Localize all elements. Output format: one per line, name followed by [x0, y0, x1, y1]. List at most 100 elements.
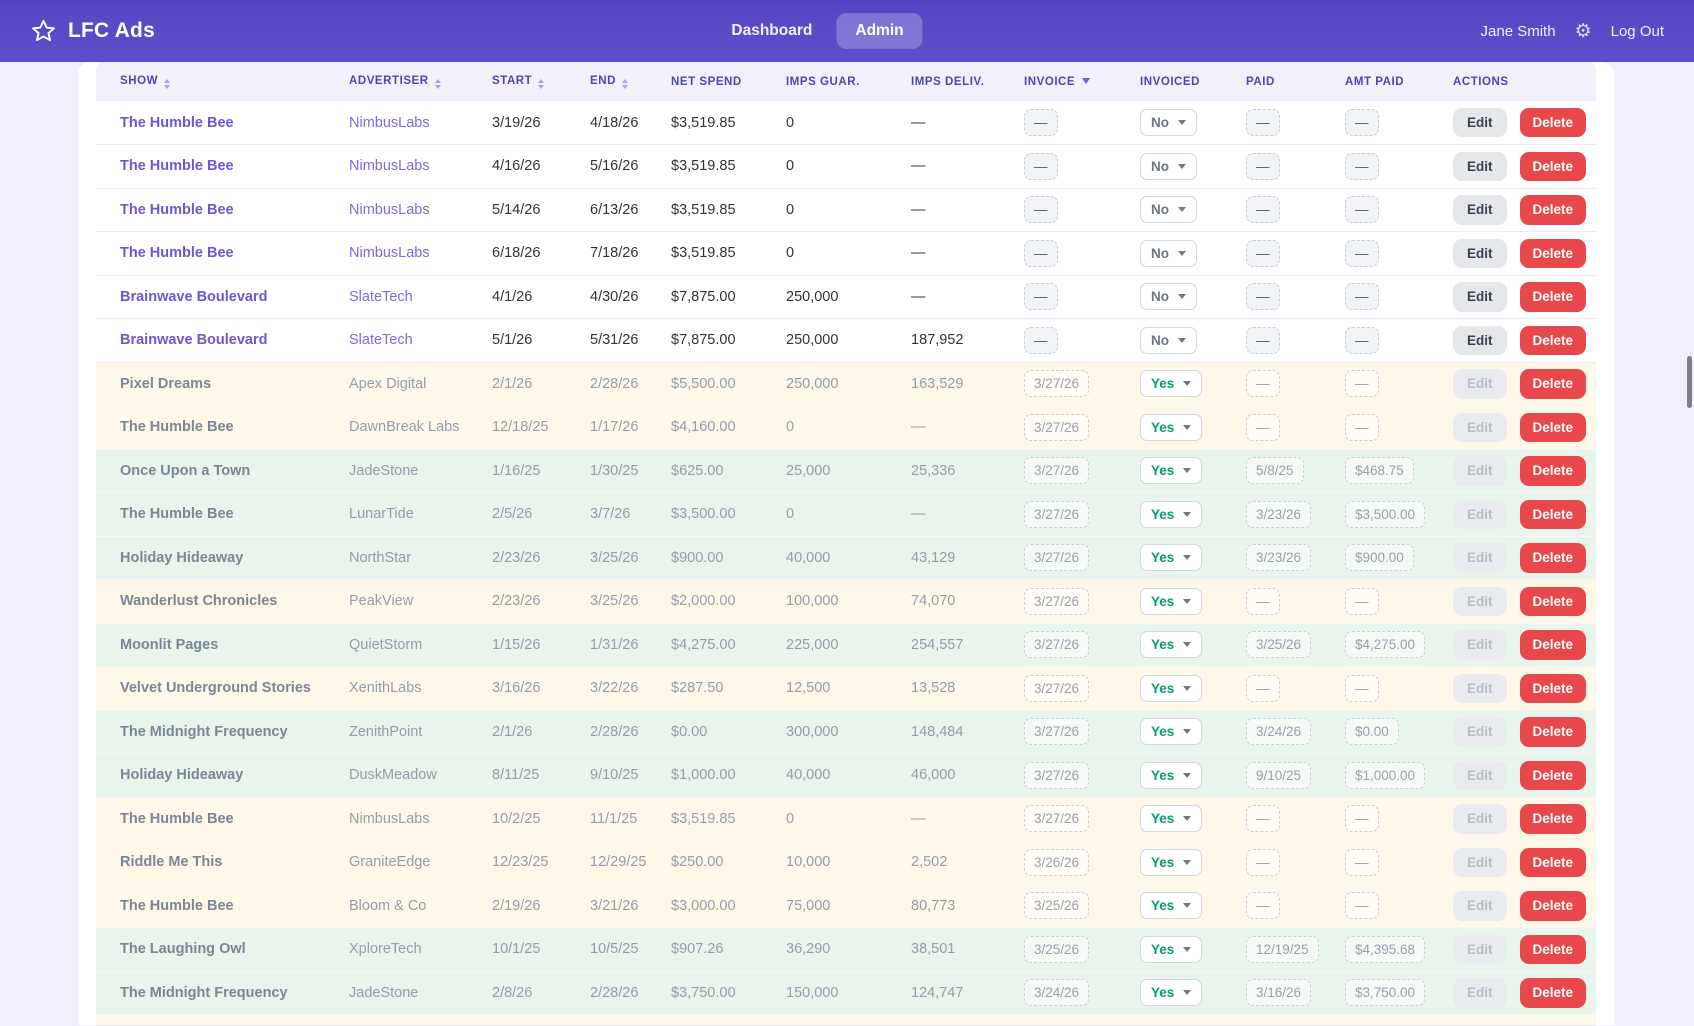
paid-date-field[interactable]: 12/19/25: [1246, 936, 1319, 963]
paid-date-field[interactable]: 5/8/25: [1246, 457, 1304, 484]
invoice-date-field[interactable]: 3/27/26: [1024, 457, 1089, 484]
paid-date-field[interactable]: —: [1246, 196, 1280, 223]
amt-paid-field[interactable]: —: [1345, 370, 1379, 397]
invoiced-select[interactable]: Yes: [1140, 936, 1202, 963]
paid-date-field[interactable]: 9/10/25: [1246, 762, 1311, 789]
show-name[interactable]: Brainwave Boulevard: [120, 332, 267, 348]
amt-paid-field[interactable]: —: [1345, 109, 1379, 136]
paid-date-field[interactable]: 3/25/26: [1246, 631, 1311, 658]
show-name[interactable]: Holiday Hideaway: [120, 767, 243, 783]
amt-paid-field[interactable]: —: [1345, 196, 1379, 223]
show-name[interactable]: The Laughing Owl: [120, 941, 246, 957]
edit-button[interactable]: Edit: [1453, 282, 1507, 312]
invoice-date-field[interactable]: 3/27/26: [1024, 588, 1089, 615]
invoiced-select[interactable]: Yes: [1140, 631, 1202, 658]
show-name[interactable]: The Humble Bee: [120, 115, 234, 131]
invoice-date-field[interactable]: 3/27/26: [1024, 718, 1089, 745]
advertiser-link[interactable]: XenithLabs: [349, 680, 422, 696]
edit-button[interactable]: Edit: [1453, 239, 1507, 269]
invoiced-select[interactable]: Yes: [1140, 849, 1202, 876]
edit-button[interactable]: Edit: [1453, 500, 1507, 530]
invoiced-select[interactable]: Yes: [1140, 675, 1202, 702]
paid-date-field[interactable]: —: [1246, 675, 1280, 702]
delete-button[interactable]: Delete: [1520, 326, 1587, 356]
invoiced-select[interactable]: Yes: [1140, 892, 1202, 919]
invoice-date-field[interactable]: 3/27/26: [1024, 414, 1089, 441]
nav-item-admin[interactable]: Admin: [836, 13, 922, 49]
invoiced-select[interactable]: Yes: [1140, 979, 1202, 1006]
edit-button[interactable]: Edit: [1453, 891, 1507, 921]
delete-button[interactable]: Delete: [1520, 717, 1587, 747]
amt-paid-field[interactable]: $1,000.00: [1345, 762, 1425, 789]
advertiser-link[interactable]: Apex Digital: [349, 376, 426, 392]
edit-button[interactable]: Edit: [1453, 456, 1507, 486]
advertiser-link[interactable]: PeakView: [349, 593, 413, 609]
invoice-date-field[interactable]: 3/27/26: [1024, 501, 1089, 528]
invoice-date-field[interactable]: —: [1024, 153, 1058, 180]
show-name[interactable]: The Humble Bee: [120, 158, 234, 174]
advertiser-link[interactable]: QuietStorm: [349, 637, 422, 653]
amt-paid-field[interactable]: —: [1345, 849, 1379, 876]
paid-date-field[interactable]: —: [1246, 892, 1280, 919]
column-header-start[interactable]: Start: [492, 62, 590, 101]
delete-button[interactable]: Delete: [1520, 848, 1587, 878]
invoiced-select[interactable]: No: [1140, 327, 1197, 354]
paid-date-field[interactable]: 3/23/26: [1246, 544, 1311, 571]
column-header-show[interactable]: Show: [96, 62, 349, 101]
amt-paid-field[interactable]: —: [1345, 283, 1379, 310]
invoiced-select[interactable]: No: [1140, 240, 1197, 267]
paid-date-field[interactable]: —: [1246, 370, 1280, 397]
show-name[interactable]: The Humble Bee: [120, 419, 234, 435]
amt-paid-field[interactable]: —: [1345, 327, 1379, 354]
edit-button[interactable]: Edit: [1453, 717, 1507, 747]
invoice-date-field[interactable]: 3/27/26: [1024, 675, 1089, 702]
edit-button[interactable]: Edit: [1453, 543, 1507, 573]
gear-icon[interactable]: ⚙: [1575, 22, 1592, 41]
show-name[interactable]: The Humble Bee: [120, 245, 234, 261]
amt-paid-field[interactable]: —: [1345, 675, 1379, 702]
show-name[interactable]: The Humble Bee: [120, 202, 234, 218]
edit-button[interactable]: Edit: [1453, 804, 1507, 834]
invoiced-select[interactable]: No: [1140, 283, 1197, 310]
amt-paid-field[interactable]: $468.75: [1345, 457, 1414, 484]
edit-button[interactable]: Edit: [1453, 326, 1507, 356]
column-header-end[interactable]: End: [590, 62, 671, 101]
nav-item-dashboard[interactable]: Dashboard: [721, 14, 822, 48]
edit-button[interactable]: Edit: [1453, 761, 1507, 791]
advertiser-link[interactable]: XploreTech: [349, 941, 422, 957]
amt-paid-field[interactable]: —: [1345, 892, 1379, 919]
logout-button[interactable]: Log Out: [1611, 23, 1664, 40]
show-name[interactable]: Holiday Hideaway: [120, 550, 243, 566]
advertiser-link[interactable]: DawnBreak Labs: [349, 419, 459, 435]
invoice-date-field[interactable]: 3/24/26: [1024, 979, 1089, 1006]
advertiser-link[interactable]: ZenithPoint: [349, 724, 422, 740]
invoiced-select[interactable]: Yes: [1140, 718, 1202, 745]
edit-button[interactable]: Edit: [1453, 630, 1507, 660]
edit-button[interactable]: Edit: [1453, 152, 1507, 182]
paid-date-field[interactable]: 3/23/26: [1246, 501, 1311, 528]
advertiser-link[interactable]: NorthStar: [349, 550, 411, 566]
edit-button[interactable]: Edit: [1453, 674, 1507, 704]
delete-button[interactable]: Delete: [1520, 935, 1587, 965]
show-name[interactable]: The Midnight Frequency: [120, 724, 288, 740]
show-name[interactable]: Wanderlust Chronicles: [120, 593, 277, 609]
delete-button[interactable]: Delete: [1520, 804, 1587, 834]
delete-button[interactable]: Delete: [1520, 108, 1587, 138]
edit-button[interactable]: Edit: [1453, 108, 1507, 138]
delete-button[interactable]: Delete: [1520, 978, 1587, 1008]
paid-date-field[interactable]: —: [1246, 327, 1280, 354]
edit-button[interactable]: Edit: [1453, 195, 1507, 225]
delete-button[interactable]: Delete: [1520, 413, 1587, 443]
paid-date-field[interactable]: —: [1246, 805, 1280, 832]
show-name[interactable]: Velvet Underground Stories: [120, 680, 311, 696]
invoice-date-field[interactable]: 3/25/26: [1024, 936, 1089, 963]
paid-date-field[interactable]: —: [1246, 240, 1280, 267]
invoice-date-field[interactable]: 3/27/26: [1024, 805, 1089, 832]
show-name[interactable]: The Humble Bee: [120, 811, 234, 827]
invoiced-select[interactable]: Yes: [1140, 414, 1202, 441]
amt-paid-field[interactable]: $3,500.00: [1345, 501, 1425, 528]
invoice-date-field[interactable]: —: [1024, 109, 1058, 136]
paid-date-field[interactable]: —: [1246, 109, 1280, 136]
delete-button[interactable]: Delete: [1520, 761, 1587, 791]
delete-button[interactable]: Delete: [1520, 456, 1587, 486]
